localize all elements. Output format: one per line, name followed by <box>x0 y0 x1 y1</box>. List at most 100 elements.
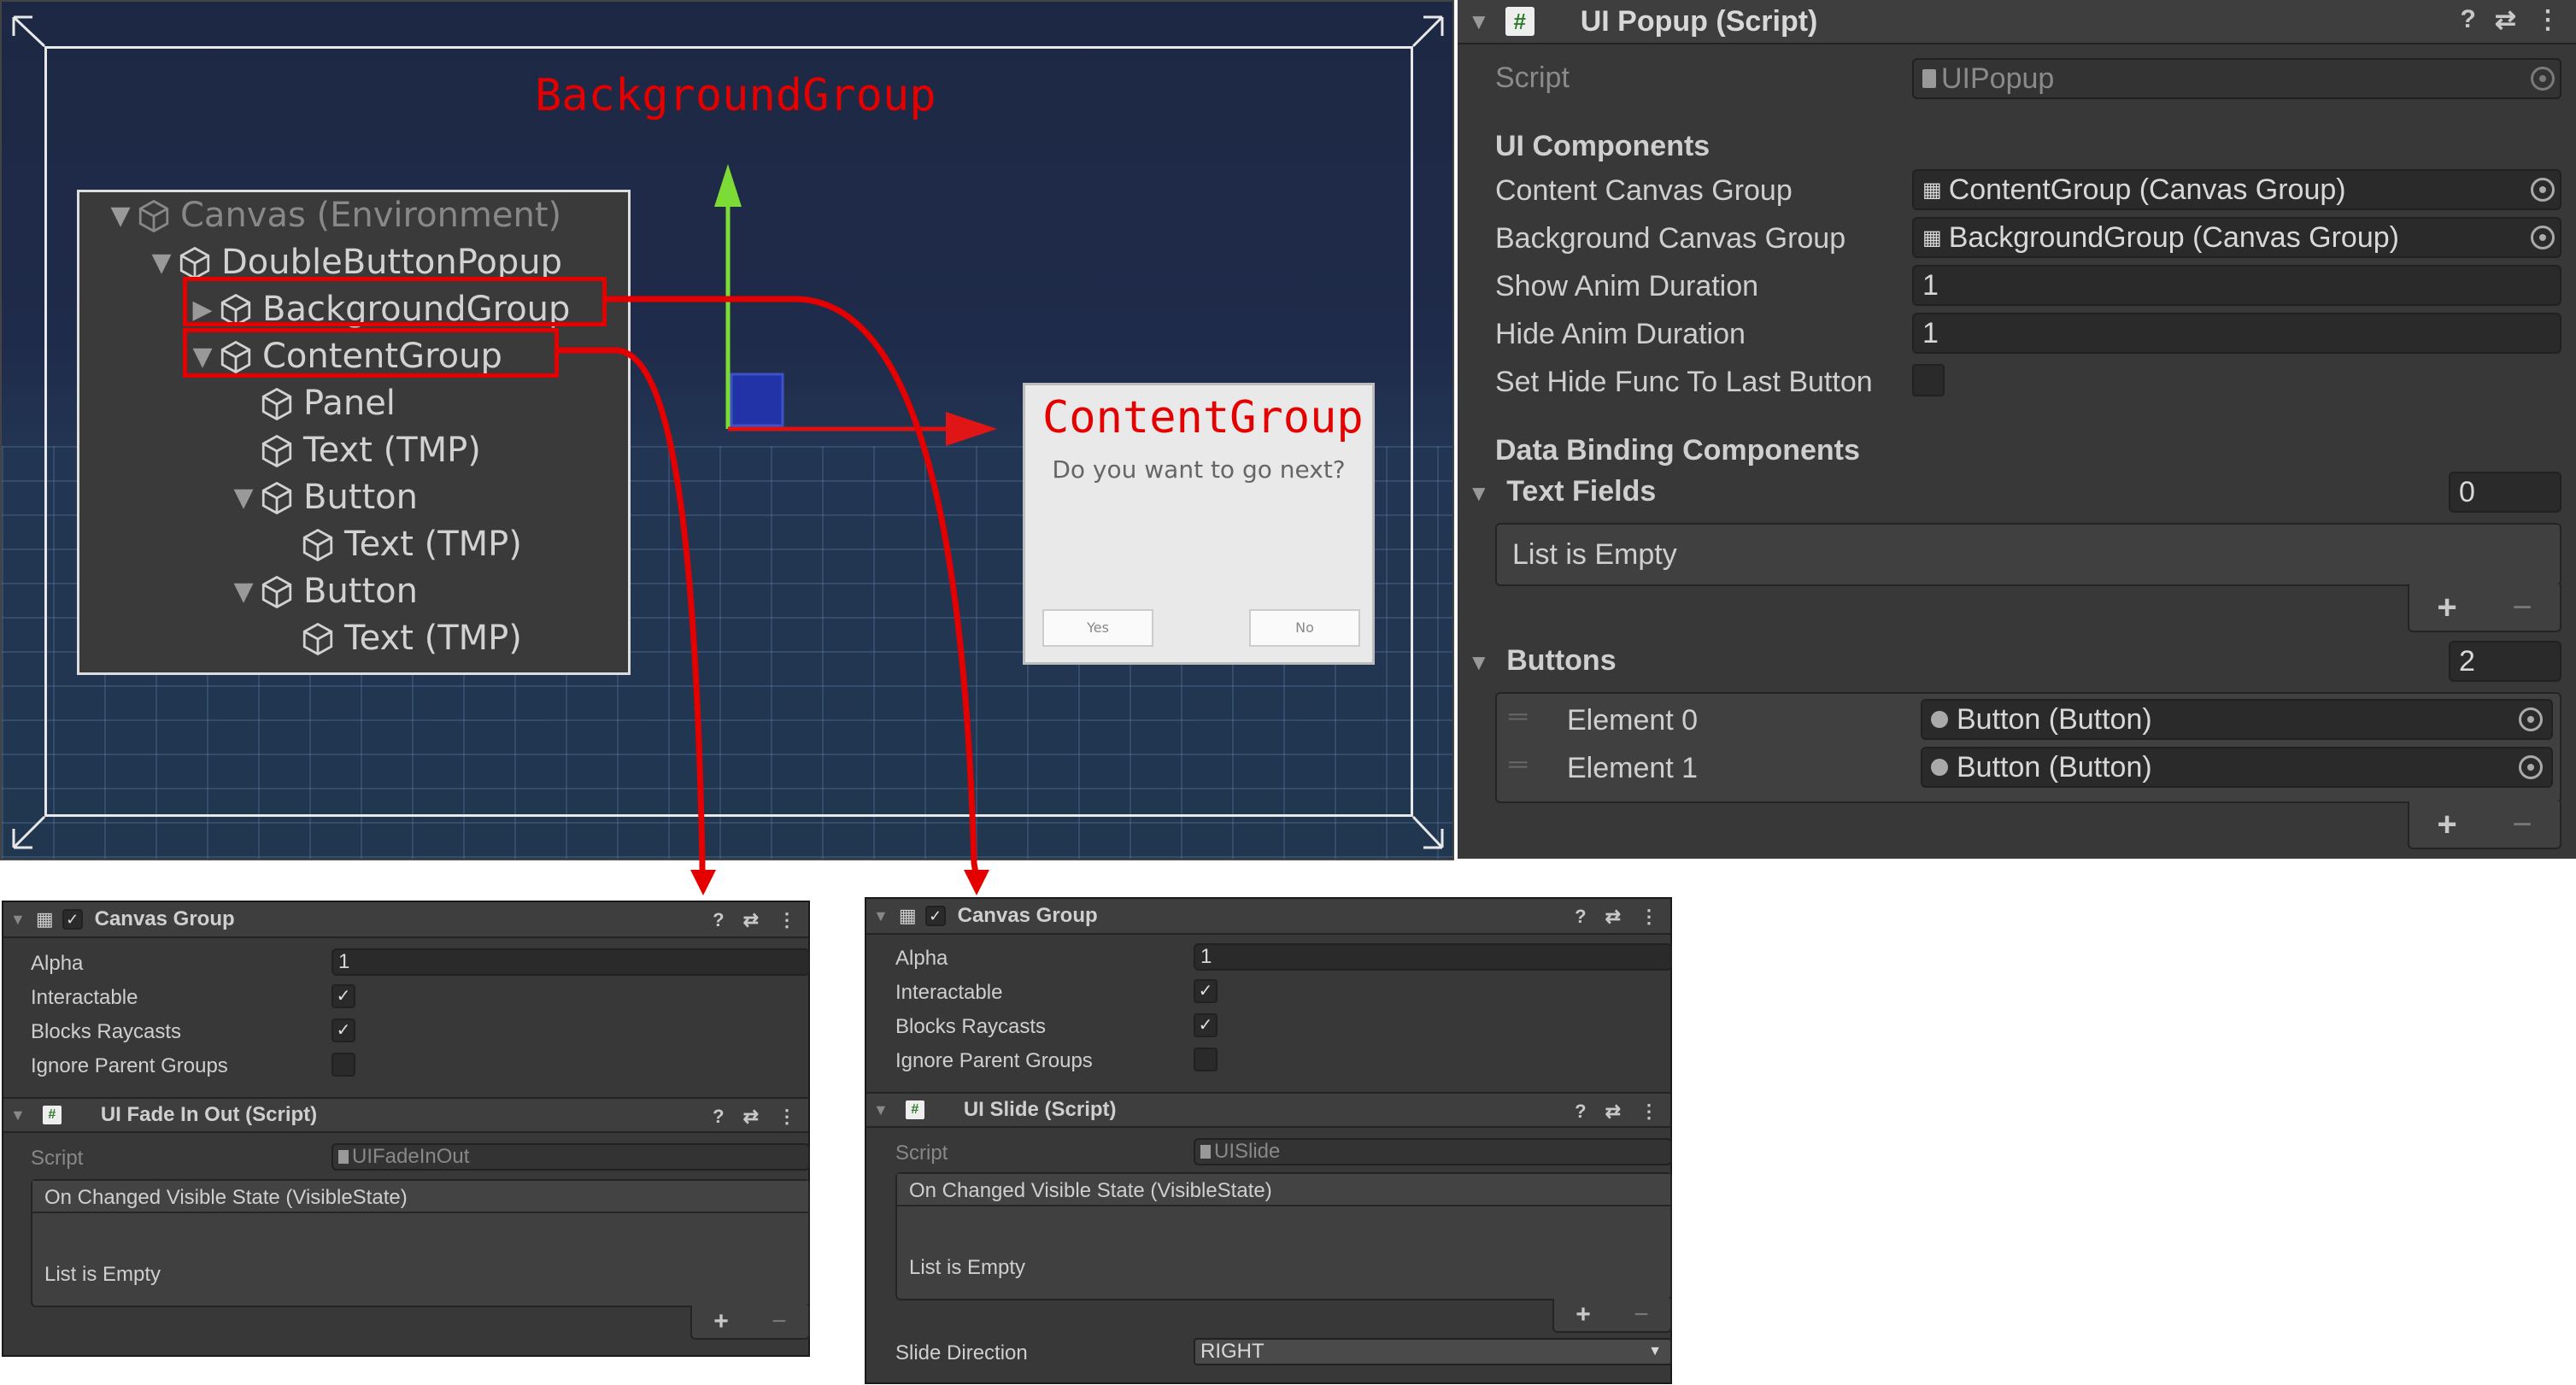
more-menu-icon[interactable]: ⋮ <box>2535 5 2561 35</box>
preset-icon[interactable]: ⇄ <box>743 909 759 931</box>
hierarchy-label: Panel <box>303 384 396 423</box>
hierarchy-row[interactable]: Text (TMP) <box>228 427 481 474</box>
preset-icon[interactable]: ⇄ <box>1605 1100 1621 1123</box>
gameobject-cube-icon <box>179 246 210 279</box>
drag-handle-icon[interactable]: ═ <box>1509 702 1527 731</box>
set-hide-func-checkbox[interactable] <box>1912 364 1945 396</box>
alpha-input[interactable]: 1 <box>332 948 810 976</box>
gameobject-cube-icon <box>261 387 292 420</box>
ui-popup-inspector: ▼ # UI Popup (Script) ? ⇄ ⋮ Script UIPop… <box>1458 0 2576 859</box>
foldout-icon[interactable]: ▼ <box>1468 480 1490 506</box>
preset-icon[interactable]: ⇄ <box>1605 906 1621 928</box>
slide-direction-dropdown[interactable]: RIGHT ▼ <box>1194 1338 1672 1365</box>
help-icon[interactable]: ? <box>713 1106 724 1128</box>
alpha-input[interactable]: 1 <box>1194 943 1672 971</box>
object-picker-icon[interactable] <box>2531 178 2555 202</box>
ignore-parent-groups-label: Ignore Parent Groups <box>31 1054 228 1077</box>
blocks-raycasts-checkbox[interactable]: ✓ <box>332 1018 355 1042</box>
help-icon[interactable]: ? <box>2461 5 2476 35</box>
hierarchy-row[interactable]: ▼ Button <box>228 474 418 521</box>
component-header[interactable]: ▼ # UI Popup (Script) ? ⇄ ⋮ <box>1458 0 2576 44</box>
show-anim-duration-input[interactable]: 1 <box>1912 265 2561 306</box>
drag-handle-icon[interactable]: ═ <box>1509 750 1527 779</box>
scene-view[interactable]: BackgroundGroup ContentGroup Do you want… <box>0 0 1454 860</box>
add-element-button[interactable]: + <box>713 1307 729 1336</box>
foldout-icon[interactable]: ▼ <box>10 911 26 929</box>
content-group-arrowhead <box>690 870 716 895</box>
more-menu-icon[interactable]: ⋮ <box>1640 906 1658 928</box>
content-canvas-group-field[interactable]: ▦ ContentGroup (Canvas Group) <box>1912 169 2561 210</box>
hierarchy-row[interactable]: Text (TMP) <box>269 521 522 568</box>
expand-down-icon[interactable]: ▼ <box>105 192 136 239</box>
list-empty-label: List is Empty <box>909 1256 1026 1279</box>
hierarchy-row[interactable]: ▼ Canvas (Environment) <box>105 192 561 239</box>
hierarchy-row[interactable]: Text (TMP) <box>269 615 522 662</box>
gameobject-cube-icon <box>138 199 169 232</box>
remove-element-button[interactable]: − <box>772 1307 787 1336</box>
canvas-group-icon: ▦ <box>1922 178 1942 202</box>
component-header[interactable]: ▼ ▦ ✓ Canvas Group ? ⇄ ⋮ <box>3 902 808 938</box>
foldout-icon[interactable]: ▼ <box>873 907 889 925</box>
buttons-add-remove: + − <box>2408 801 2561 849</box>
component-enabled-checkbox[interactable]: ✓ <box>924 906 946 926</box>
ignore-parent-groups-checkbox[interactable] <box>332 1053 355 1077</box>
foldout-icon[interactable]: ▼ <box>873 1101 889 1119</box>
component-header[interactable]: ▼ ▦ ✓ Canvas Group ? ⇄ ⋮ <box>866 899 1670 935</box>
preset-icon[interactable]: ⇄ <box>2495 5 2516 35</box>
object-picker-icon[interactable] <box>2531 226 2555 249</box>
blocks-raycasts-label: Blocks Raycasts <box>31 1020 182 1043</box>
object-picker-icon[interactable] <box>2519 755 2543 779</box>
more-menu-icon[interactable]: ⋮ <box>777 909 796 931</box>
popup-preview: ContentGroup Do you want to go next? Yes… <box>1023 383 1375 665</box>
blocks-raycasts-checkbox[interactable]: ✓ <box>1194 1013 1218 1037</box>
popup-no-button[interactable]: No <box>1249 609 1360 647</box>
more-menu-icon[interactable]: ⋮ <box>1640 1100 1658 1123</box>
remove-element-button[interactable]: − <box>1634 1300 1649 1329</box>
object-picker-icon[interactable] <box>2531 67 2555 91</box>
remove-element-button[interactable]: − <box>2512 589 2532 627</box>
hierarchy-row[interactable]: Panel <box>228 380 396 427</box>
add-element-button[interactable]: + <box>2437 589 2456 627</box>
canvas-group-icon: ▦ <box>1922 226 1942 249</box>
background-group-inspector: ▼ ▦ ✓ Canvas Group ? ⇄ ⋮ Alpha 1 Interac… <box>2 901 810 1357</box>
background-canvas-group-field[interactable]: ▦ BackgroundGroup (Canvas Group) <box>1912 217 2561 258</box>
ignore-parent-groups-checkbox[interactable] <box>1194 1048 1218 1071</box>
hierarchy-label: Canvas (Environment) <box>180 196 562 235</box>
more-menu-icon[interactable]: ⋮ <box>777 1106 796 1128</box>
remove-element-button[interactable]: − <box>2512 806 2532 844</box>
add-element-button[interactable]: + <box>1576 1300 1591 1329</box>
help-icon[interactable]: ? <box>1575 1100 1586 1123</box>
preset-icon[interactable]: ⇄ <box>743 1106 759 1128</box>
interactable-checkbox[interactable]: ✓ <box>1194 979 1218 1003</box>
add-element-button[interactable]: + <box>2437 806 2456 844</box>
element-value-field[interactable]: Button (Button) <box>1921 747 2553 788</box>
component-header[interactable]: ▼ # UI Slide (Script) ? ⇄ ⋮ <box>866 1092 1670 1128</box>
interactable-checkbox[interactable]: ✓ <box>332 984 355 1008</box>
move-gizmo[interactable] <box>702 156 1010 446</box>
expand-down-icon[interactable]: ▼ <box>228 474 259 521</box>
buttons-foldout[interactable]: ▼ Buttons <box>1468 644 1617 678</box>
foldout-icon[interactable]: ▼ <box>1468 649 1490 675</box>
help-icon[interactable]: ? <box>1575 906 1586 928</box>
expand-down-icon[interactable]: ▼ <box>228 568 259 615</box>
foldout-icon[interactable]: ▼ <box>10 1106 26 1124</box>
hierarchy-label: Text (TMP) <box>303 431 481 470</box>
hide-anim-duration-input[interactable]: 1 <box>1912 313 2561 354</box>
object-picker-icon[interactable] <box>2519 707 2543 731</box>
hierarchy-row[interactable]: ▼ Button <box>228 568 418 615</box>
text-fields-add-remove: + − <box>2408 584 2561 632</box>
text-fields-count-input[interactable]: 0 <box>2449 472 2561 513</box>
foldout-icon[interactable]: ▼ <box>1468 9 1490 35</box>
section-data-binding: Data Binding Components <box>1495 434 1860 467</box>
popup-yes-button[interactable]: Yes <box>1042 609 1153 647</box>
component-enabled-checkbox[interactable]: ✓ <box>62 909 83 930</box>
text-fields-foldout[interactable]: ▼ Text Fields <box>1468 475 1656 508</box>
help-icon[interactable]: ? <box>713 909 724 931</box>
popup-yes-label: Yes <box>1087 619 1109 636</box>
element-value-field[interactable]: Button (Button) <box>1921 699 2553 740</box>
gameobject-cube-icon <box>302 622 333 655</box>
component-header[interactable]: ▼ # UI Fade In Out (Script) ? ⇄ ⋮ <box>3 1097 808 1133</box>
buttons-count-input[interactable]: 2 <box>2449 641 2561 682</box>
dropdown-arrow-icon: ▼ <box>1648 1344 1662 1359</box>
expand-down-icon[interactable]: ▼ <box>146 239 177 286</box>
